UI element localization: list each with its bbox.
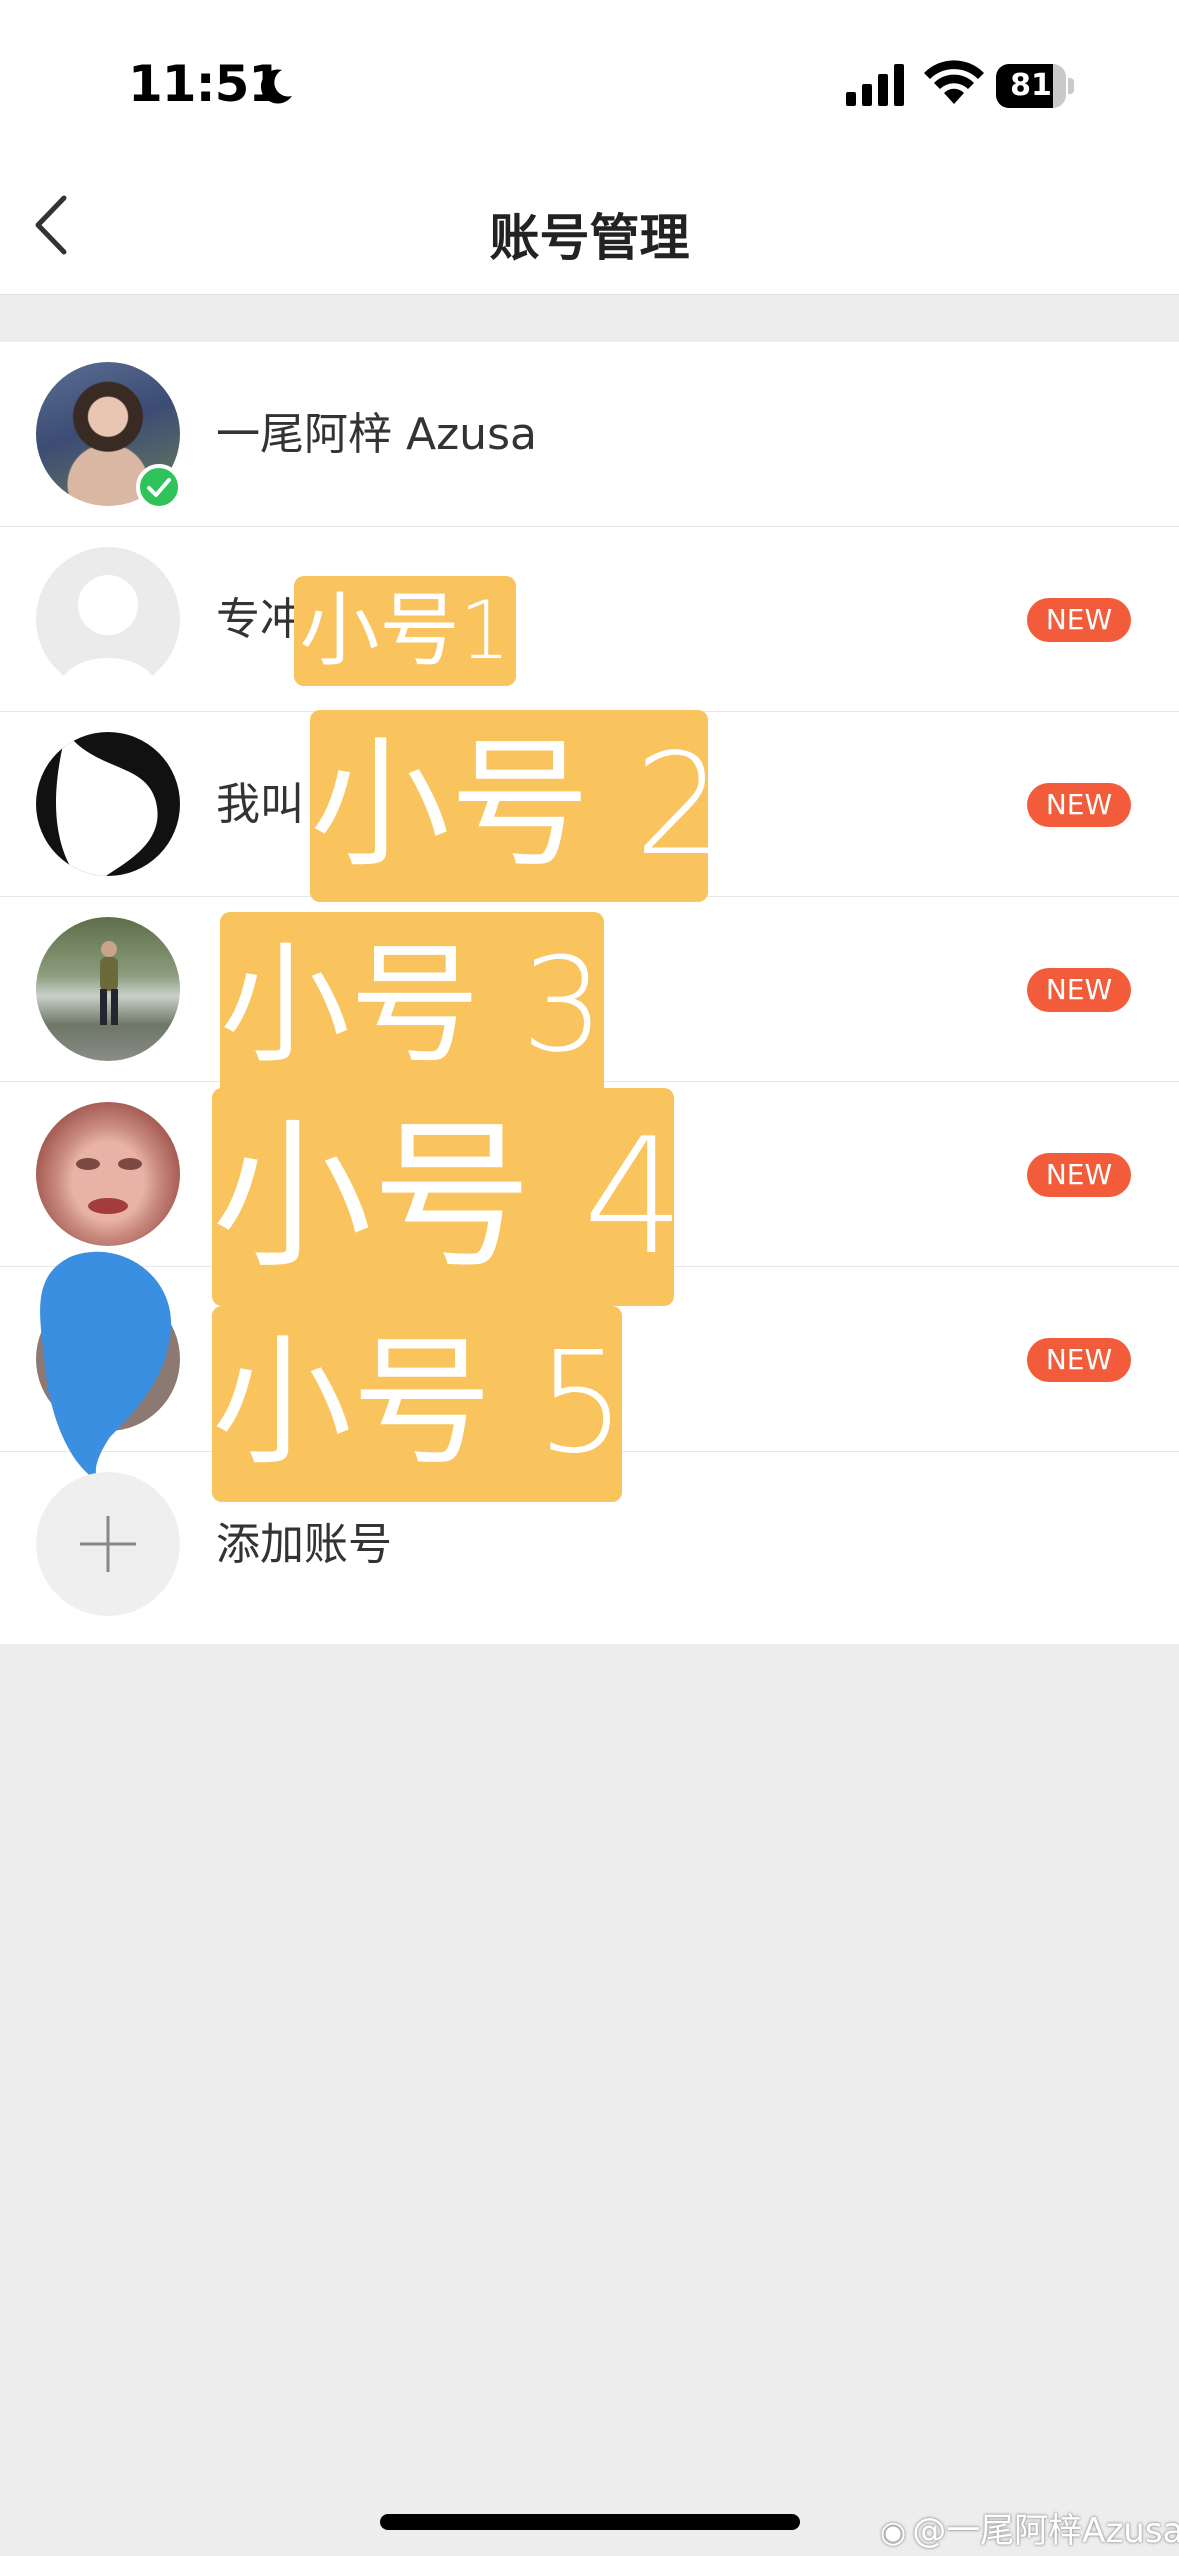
- weibo-logo-icon: ◉: [880, 2515, 907, 2550]
- new-badge: NEW: [1027, 783, 1131, 827]
- redaction-label: 小号1: [294, 576, 516, 686]
- avatar: [36, 917, 180, 1061]
- blue-scribble-redaction: [40, 1251, 172, 1482]
- plus-icon: [80, 1516, 136, 1572]
- wifi-icon: [924, 60, 984, 104]
- nav-bar: 账号管理: [0, 160, 1179, 295]
- battery-level-text: 81: [1010, 68, 1052, 103]
- add-account-icon: [36, 1472, 180, 1616]
- avatar: [36, 547, 180, 691]
- moon-icon: [260, 69, 292, 104]
- account-row[interactable]: 专冲 NEW: [0, 527, 1179, 712]
- battery-tip: [1068, 78, 1074, 94]
- avatar: [36, 732, 180, 876]
- new-badge: NEW: [1027, 1153, 1131, 1197]
- account-name: 我叫: [216, 779, 304, 830]
- new-badge: NEW: [1027, 968, 1131, 1012]
- account-name: 一尾阿梓 Azusa: [216, 409, 537, 460]
- face-features: [76, 1158, 142, 1214]
- person-figure: [100, 941, 118, 1025]
- page-title: 账号管理: [489, 209, 690, 267]
- account-name: 专冲: [216, 594, 304, 645]
- account-row[interactable]: 一尾阿梓 Azusa: [0, 342, 1179, 527]
- redaction-label: 小号 3: [220, 912, 604, 1098]
- default-avatar-icon: [58, 575, 158, 691]
- redaction-label: 小号 2: [310, 710, 724, 902]
- new-badge: NEW: [1027, 1338, 1131, 1382]
- account-list: 一尾阿梓 Azusa 专冲 NEW 我叫 NEW NEW NEW NEW 添加账…: [0, 342, 1179, 1644]
- watermark: ◉ @一尾阿梓Azusa: [880, 2503, 1179, 2552]
- redaction-label: 小号 4: [212, 1088, 685, 1306]
- avatar: [36, 1102, 180, 1246]
- cellular-signal-icon: [846, 64, 904, 106]
- new-badge: NEW: [1027, 598, 1131, 642]
- watermark-text: @一尾阿梓Azusa: [912, 2511, 1179, 2551]
- home-indicator[interactable]: [380, 2514, 800, 2530]
- redaction-label: 小号 5: [212, 1306, 626, 1502]
- battery-indicator: 81: [996, 64, 1074, 108]
- verified-check-icon: [136, 464, 182, 510]
- status-bar: 11:51 81: [0, 0, 1179, 160]
- avatar-redaction: [56, 732, 158, 876]
